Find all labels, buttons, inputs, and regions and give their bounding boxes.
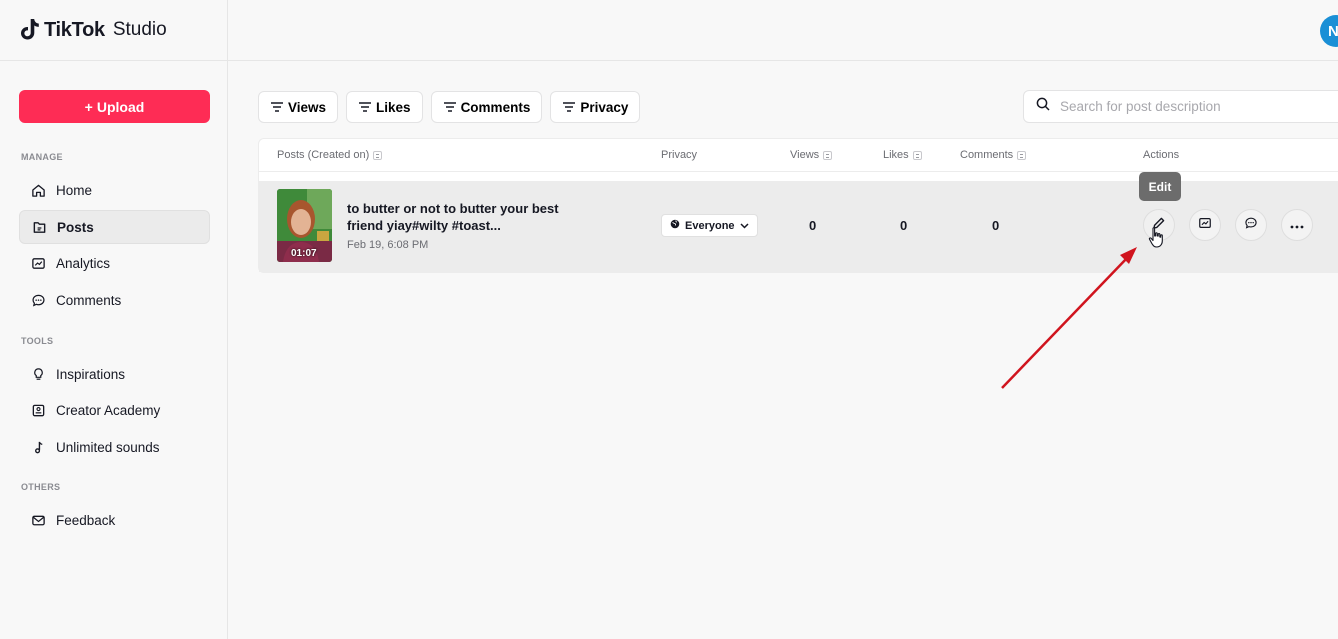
post-title[interactable]: to butter or not to butter your best fri… bbox=[347, 200, 572, 234]
post-thumbnail[interactable]: 01:07 bbox=[277, 189, 332, 262]
sidebar-item-label: Comments bbox=[56, 292, 122, 308]
header-posts[interactable]: Posts (Created on) bbox=[277, 149, 383, 161]
header-privacy: Privacy bbox=[661, 149, 697, 161]
tiktok-logo-icon bbox=[20, 18, 40, 42]
video-duration: 01:07 bbox=[291, 248, 317, 259]
lightbulb-icon bbox=[30, 366, 46, 382]
filter-label: Views bbox=[288, 99, 327, 115]
plus-icon: + bbox=[84, 98, 93, 115]
filter-label: Likes bbox=[376, 99, 411, 115]
header-label: Comments bbox=[960, 149, 1014, 161]
comments-count: 0 bbox=[992, 218, 1000, 233]
sidebar-item-inspirations[interactable]: Inspirations bbox=[19, 357, 210, 391]
music-note-icon bbox=[30, 439, 46, 455]
edit-tooltip: Edit bbox=[1139, 172, 1181, 201]
sidebar-item-analytics[interactable]: Analytics bbox=[19, 246, 210, 280]
home-icon bbox=[30, 182, 46, 198]
comments-button[interactable] bbox=[1235, 209, 1267, 241]
brand-product: Studio bbox=[112, 19, 167, 40]
privacy-value: Everyone bbox=[685, 219, 735, 232]
sidebar-item-label: Analytics bbox=[56, 255, 111, 271]
sort-icon bbox=[823, 150, 833, 160]
sidebar-item-label: Creator Academy bbox=[56, 402, 161, 418]
header-label: Likes bbox=[883, 149, 909, 161]
filter-label: Privacy bbox=[580, 99, 629, 115]
table-header: Posts (Created on) Privacy Views Likes C… bbox=[259, 139, 1338, 172]
filter-icon bbox=[443, 100, 456, 115]
likes-count: 0 bbox=[900, 218, 908, 233]
header-views[interactable]: Views bbox=[790, 149, 833, 161]
posts-icon bbox=[31, 219, 47, 235]
sort-icon bbox=[912, 150, 922, 160]
globe-icon bbox=[670, 219, 680, 232]
post-date: Feb 19, 6:08 PM bbox=[347, 239, 429, 251]
upload-label: Upload bbox=[96, 98, 145, 115]
filter-icon bbox=[359, 100, 372, 115]
sidebar-item-comments[interactable]: Comments bbox=[19, 283, 210, 317]
views-count: 0 bbox=[809, 218, 817, 233]
sort-icon bbox=[373, 150, 383, 160]
header-label: Views bbox=[790, 149, 820, 161]
sidebar-item-posts[interactable]: Posts bbox=[19, 210, 210, 244]
tiktok-studio-logo[interactable]: TikTok Studio bbox=[20, 18, 167, 42]
more-options-button[interactable] bbox=[1281, 209, 1313, 241]
comment-bubble-icon bbox=[1244, 216, 1258, 235]
app-root: TikTok Studio + Upload MANAGE Home Posts… bbox=[0, 0, 1338, 639]
header-likes[interactable]: Likes bbox=[883, 149, 922, 161]
header-actions: Actions bbox=[1143, 149, 1179, 161]
hand-cursor-icon bbox=[1148, 226, 1166, 253]
sidebar-item-home[interactable]: Home bbox=[19, 173, 210, 207]
search-icon bbox=[1036, 97, 1050, 116]
section-label-others: OTHERS bbox=[21, 482, 61, 492]
filter-icon bbox=[271, 100, 283, 115]
more-icon bbox=[1290, 216, 1304, 234]
search-input[interactable] bbox=[1060, 99, 1320, 114]
analytics-icon bbox=[1198, 216, 1212, 235]
filter-comments-button[interactable]: Comments bbox=[430, 91, 543, 123]
header-label: Actions bbox=[1143, 149, 1180, 161]
academy-icon bbox=[30, 402, 46, 418]
filter-likes-button[interactable]: Likes bbox=[346, 91, 423, 123]
chevron-down-icon bbox=[740, 220, 749, 232]
search-box bbox=[1023, 90, 1338, 123]
header-divider bbox=[0, 60, 1338, 61]
filter-label: Comments bbox=[460, 99, 531, 115]
sidebar-item-feedback[interactable]: Feedback bbox=[19, 503, 210, 537]
sidebar-item-label: Home bbox=[56, 182, 93, 198]
sort-icon bbox=[1017, 150, 1027, 160]
sidebar-item-label: Unlimited sounds bbox=[56, 439, 160, 455]
avatar[interactable]: N bbox=[1320, 15, 1338, 47]
filter-icon bbox=[563, 100, 576, 115]
section-label-manage: MANAGE bbox=[21, 152, 63, 162]
filter-bar: Views Likes Comments Privacy bbox=[258, 91, 641, 123]
filter-privacy-button[interactable]: Privacy bbox=[550, 91, 641, 123]
comments-icon bbox=[30, 292, 46, 308]
upload-button[interactable]: + Upload bbox=[19, 90, 210, 123]
posts-table: Posts (Created on) Privacy Views Likes C… bbox=[258, 138, 1338, 273]
header-comments[interactable]: Comments bbox=[960, 149, 1027, 161]
section-label-tools: TOOLS bbox=[21, 336, 54, 346]
sidebar: TikTok Studio + Upload MANAGE Home Posts… bbox=[0, 0, 228, 639]
sidebar-item-label: Feedback bbox=[56, 512, 116, 528]
header-label: Posts (Created on) bbox=[277, 149, 370, 161]
filter-views-button[interactable]: Views bbox=[258, 91, 339, 123]
sidebar-item-label: Posts bbox=[57, 219, 94, 235]
analytics-button[interactable] bbox=[1189, 209, 1221, 241]
mail-icon bbox=[30, 512, 46, 528]
sidebar-item-unlimited-sounds[interactable]: Unlimited sounds bbox=[19, 430, 210, 464]
brand-name: TikTok bbox=[44, 18, 105, 41]
privacy-dropdown[interactable]: Everyone bbox=[661, 214, 758, 237]
sidebar-item-creator-academy[interactable]: Creator Academy bbox=[19, 393, 210, 427]
sidebar-item-label: Inspirations bbox=[56, 366, 126, 382]
analytics-icon bbox=[30, 255, 46, 271]
header-label: Privacy bbox=[661, 149, 698, 161]
